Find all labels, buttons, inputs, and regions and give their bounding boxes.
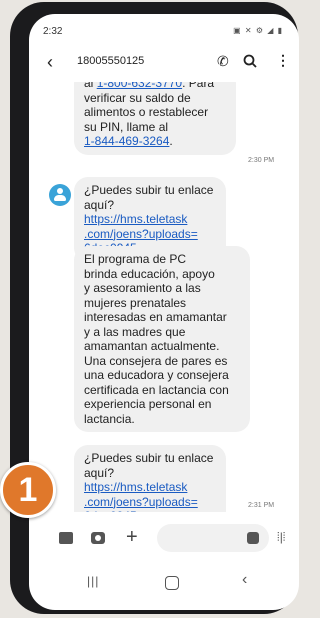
nav-back-icon[interactable]: ‹: [242, 571, 247, 589]
message-text: al: [84, 82, 97, 90]
step-number-badge: 1: [0, 462, 56, 518]
message-text: . Para verificar su saldo de alimentos o…: [84, 82, 215, 134]
message-composer: + ⦙|⦙: [29, 524, 299, 558]
message-bubble-1[interactable]: al 1-800-632-3770. Para verificar su sal…: [74, 82, 236, 155]
more-options-icon[interactable]: ⋮: [276, 52, 290, 69]
call-icon[interactable]: ✆: [217, 53, 229, 70]
status-icons: ▣ ✕ ⚙ ◢ ▮: [233, 26, 283, 35]
message-bubble-4[interactable]: ¿Puedes subir tu enlace aquí? https://hm…: [74, 445, 226, 512]
recents-icon[interactable]: |||: [87, 574, 99, 588]
contact-phone-number: 18005550125: [77, 55, 145, 67]
phone-link[interactable]: 1-844-469-3264: [84, 134, 169, 148]
phone-frame: 2:32 ▣ ✕ ⚙ ◢ ▮ ‹ 18005550125 ✆ ⋮ al 1-80…: [10, 2, 299, 614]
search-icon[interactable]: [243, 54, 257, 68]
add-attachment-icon[interactable]: +: [126, 526, 138, 549]
contact-avatar[interactable]: [49, 184, 71, 206]
message-text: .: [169, 134, 173, 148]
phone-screen: 2:32 ▣ ✕ ⚙ ◢ ▮ ‹ 18005550125 ✆ ⋮ al 1-80…: [29, 14, 299, 610]
status-bar: 2:32 ▣ ✕ ⚙ ◢ ▮: [29, 14, 299, 42]
voice-input-icon[interactable]: ⦙|⦙: [277, 530, 286, 545]
message-thread[interactable]: al 1-800-632-3770. Para verificar su sal…: [29, 82, 299, 512]
sticker-icon[interactable]: [247, 532, 259, 544]
phone-link[interactable]: 1-800-632-3770: [97, 82, 182, 90]
camera-icon[interactable]: [91, 532, 105, 544]
message-text: El programa de PC brinda educación, apoy…: [84, 252, 229, 426]
message-text: ¿Puedes subir tu enlace aquí?: [84, 183, 214, 212]
message-timestamp: 2:31 PM: [248, 502, 275, 509]
system-navigation-bar: ||| ‹: [29, 566, 299, 602]
home-icon[interactable]: [165, 576, 179, 590]
message-bubble-3[interactable]: El programa de PC brinda educación, apoy…: [74, 246, 250, 432]
upload-link[interactable]: https://hms.teletask .com/joens?uploads=…: [84, 480, 198, 512]
message-timestamp: 2:30 PM: [248, 157, 275, 164]
back-arrow-icon[interactable]: ‹: [47, 52, 53, 73]
status-time: 2:32: [43, 26, 63, 37]
gallery-icon[interactable]: [59, 532, 73, 544]
conversation-header: ‹ 18005550125 ✆ ⋮: [29, 44, 299, 80]
message-text: ¿Puedes subir tu enlace aquí?: [84, 451, 214, 480]
